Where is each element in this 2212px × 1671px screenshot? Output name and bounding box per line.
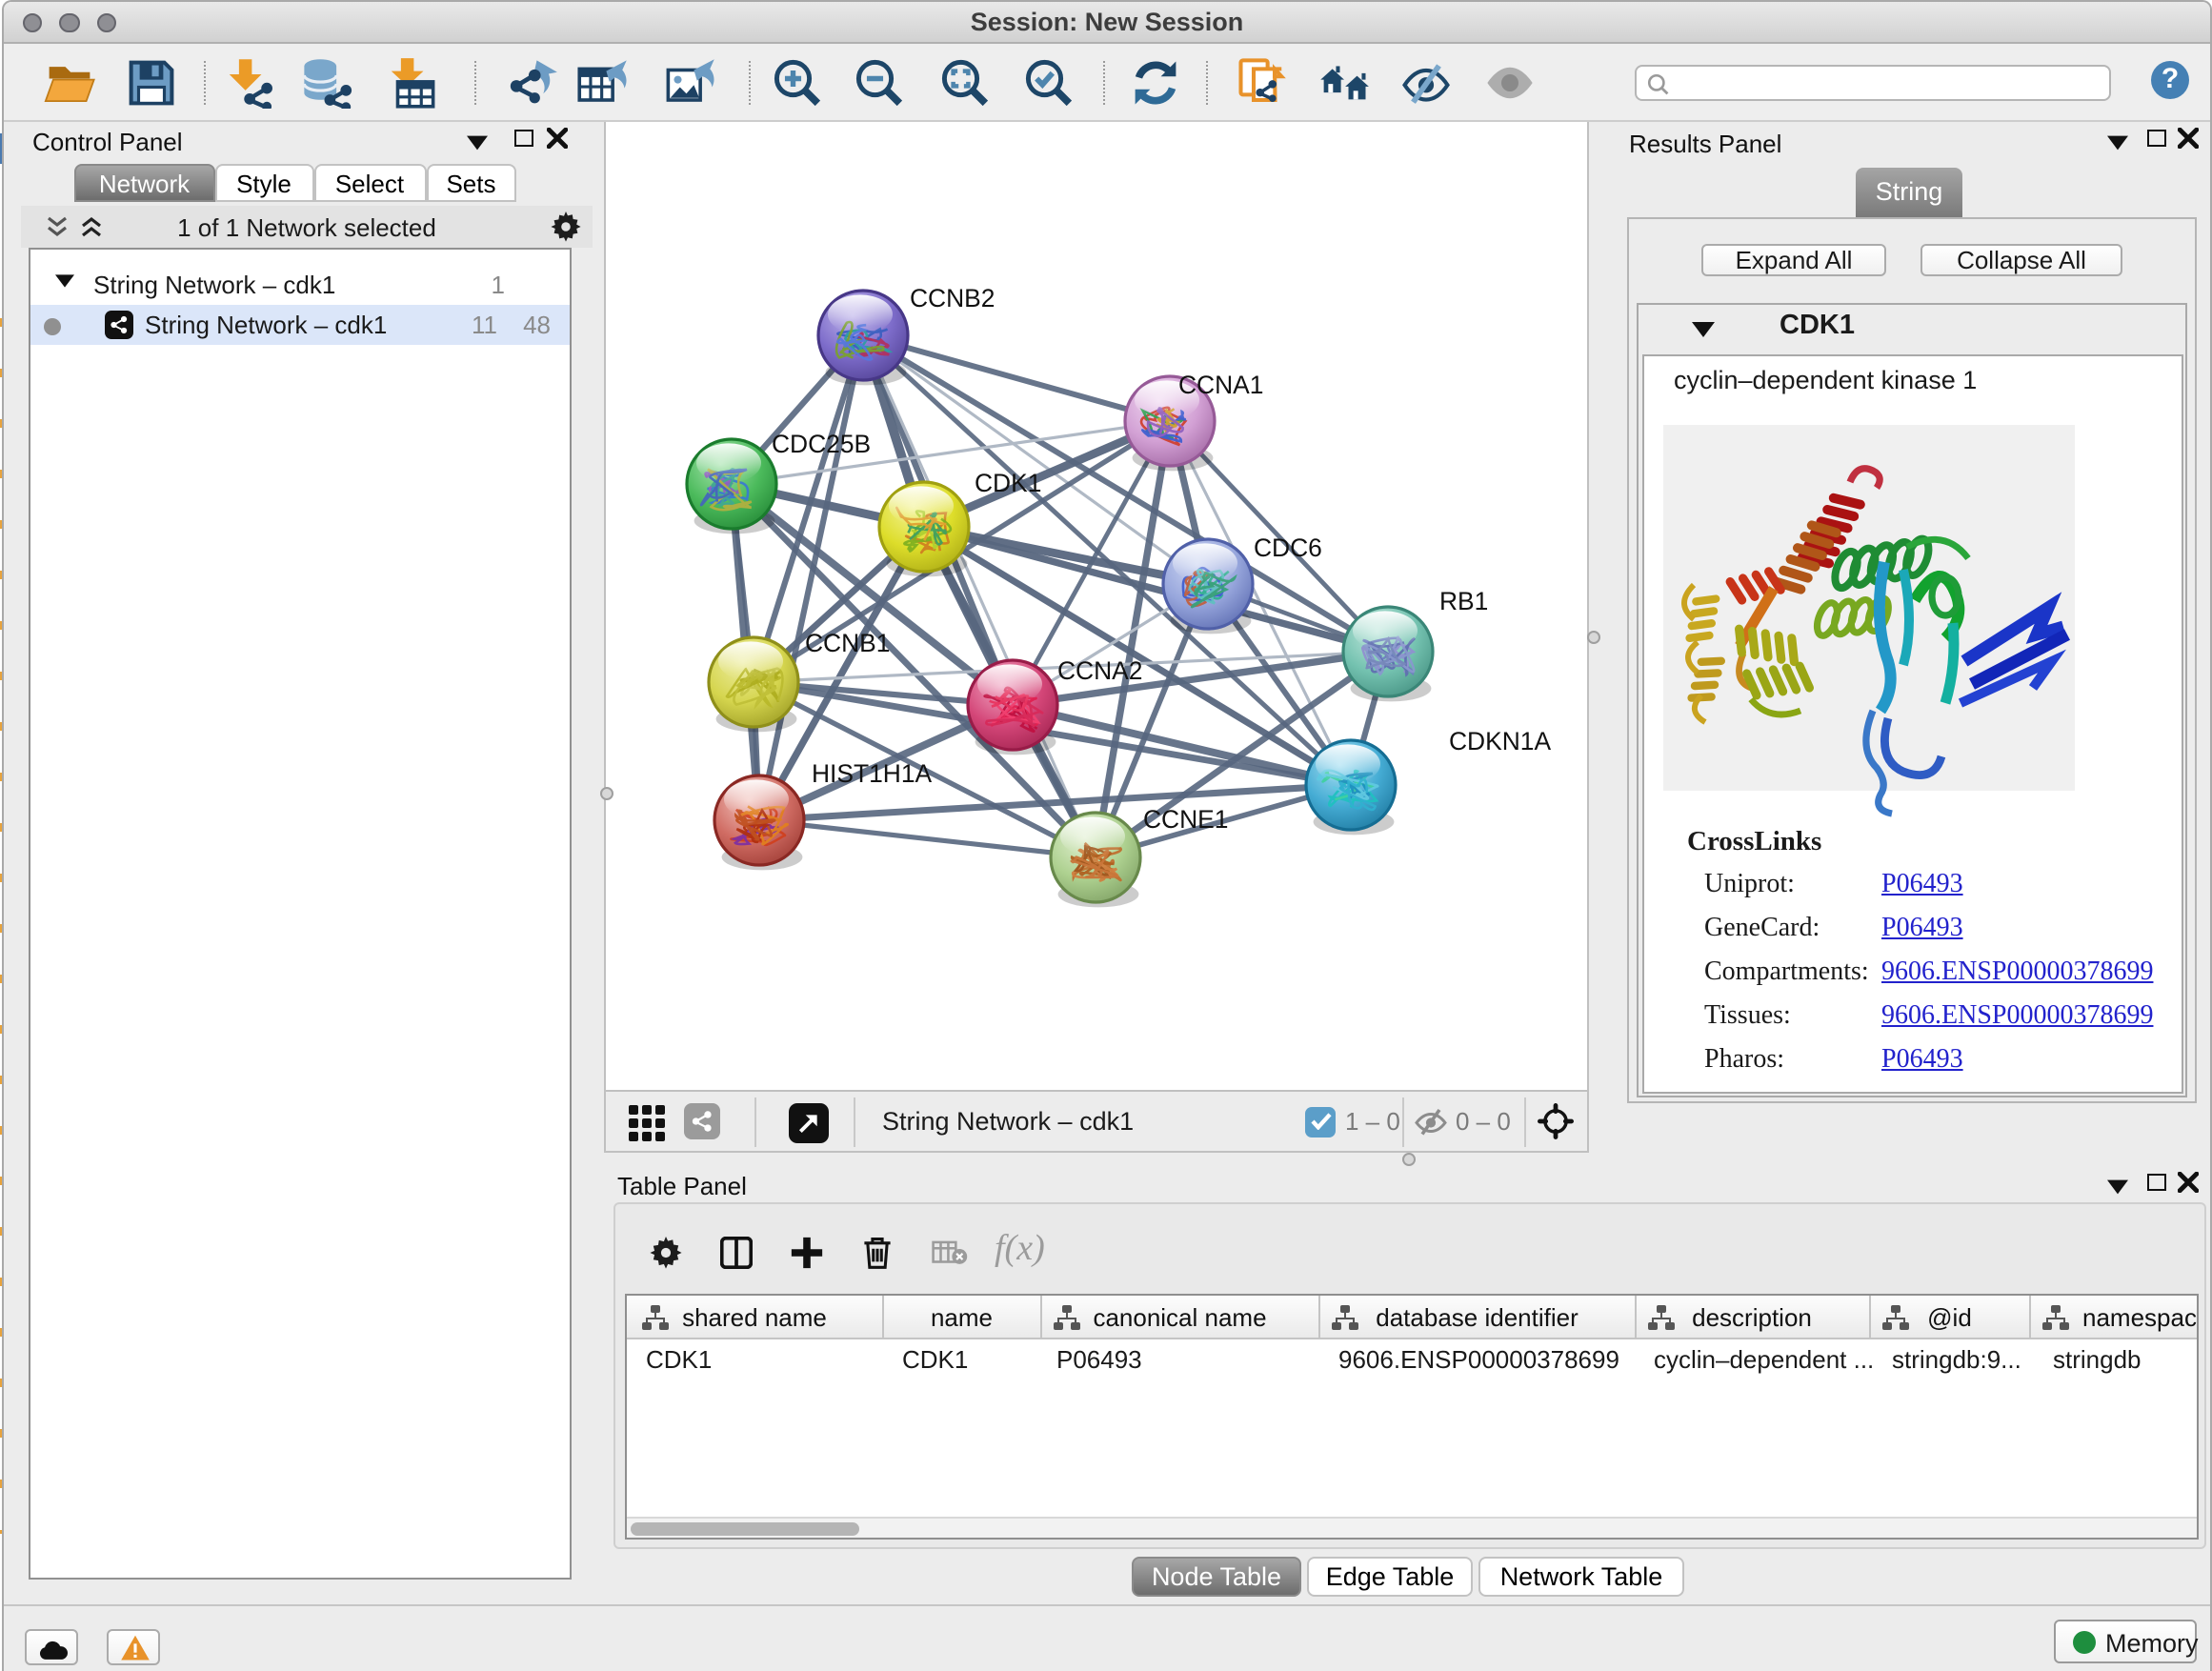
svg-text:RB1: RB1: [1439, 587, 1488, 615]
svg-text:CCNB2: CCNB2: [910, 284, 995, 312]
svg-text:CDC25B: CDC25B: [772, 430, 871, 458]
svg-text:CDKN1A: CDKN1A: [1449, 727, 1551, 755]
svg-text:HIST1H1A: HIST1H1A: [812, 759, 933, 788]
svg-text:CDK1: CDK1: [975, 469, 1041, 497]
svg-text:CDC6: CDC6: [1254, 534, 1322, 562]
svg-text:CCNE1: CCNE1: [1143, 805, 1228, 834]
svg-text:CCNB1: CCNB1: [805, 629, 890, 657]
svg-text:CCNA1: CCNA1: [1178, 371, 1263, 399]
svg-text:CCNA2: CCNA2: [1057, 656, 1142, 685]
